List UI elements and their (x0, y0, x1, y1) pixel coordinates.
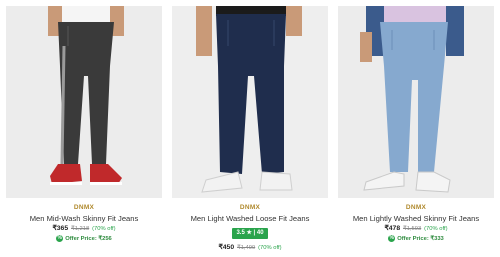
price-row: ₹450 ₹1,499 (70% off) (172, 243, 328, 251)
jeans-photo-icon (338, 6, 494, 198)
offer-price-text: Offer Price: ₹333 (397, 236, 444, 243)
product-title[interactable]: Men Lightly Washed Skinny Fit Jeans (338, 214, 494, 223)
product-discount: (70% off) (92, 226, 116, 232)
product-image[interactable] (172, 6, 328, 198)
product-title[interactable]: Men Mid-Wash Skinny Fit Jeans (6, 214, 162, 223)
product-discount: (70% off) (258, 245, 282, 251)
product-image[interactable] (338, 6, 494, 198)
rating-badge: 3.5 ★ | 40 (232, 228, 268, 239)
offer-tag-icon: % (56, 235, 64, 242)
product-brand: DNMX (73, 204, 95, 211)
offer-price: % Offer Price: ₹256 (6, 235, 162, 242)
product-mrp: ₹1,593 (403, 226, 422, 232)
product-mrp: ₹1,218 (71, 226, 90, 232)
product-card[interactable]: DNMX Men Lightly Washed Skinny Fit Jeans… (338, 0, 498, 257)
price-row: ₹365 ₹1,218 (70% off) (6, 224, 162, 232)
offer-price: % Offer Price: ₹333 (338, 235, 494, 242)
jeans-photo-icon (6, 6, 162, 198)
product-image[interactable] (6, 6, 162, 198)
price-row: ₹478 ₹1,593 (70% off) (338, 224, 494, 232)
product-title[interactable]: Men Light Washed Loose Fit Jeans (172, 214, 328, 223)
product-price: ₹365 (52, 225, 69, 232)
product-card[interactable]: DNMX Men Light Washed Loose Fit Jeans 3.… (172, 0, 332, 257)
product-brand: DNMX (405, 204, 427, 211)
product-price: ₹450 (218, 244, 235, 251)
product-brand: DNMX (239, 204, 261, 211)
product-price: ₹478 (384, 225, 401, 232)
offer-price-text: Offer Price: ₹256 (65, 236, 112, 243)
product-discount: (70% off) (424, 226, 448, 232)
product-card[interactable]: DNMX Men Mid-Wash Skinny Fit Jeans ₹365 … (6, 0, 166, 257)
offer-tag-icon: % (388, 235, 396, 242)
jeans-photo-icon (172, 6, 328, 198)
product-mrp: ₹1,499 (237, 245, 256, 251)
